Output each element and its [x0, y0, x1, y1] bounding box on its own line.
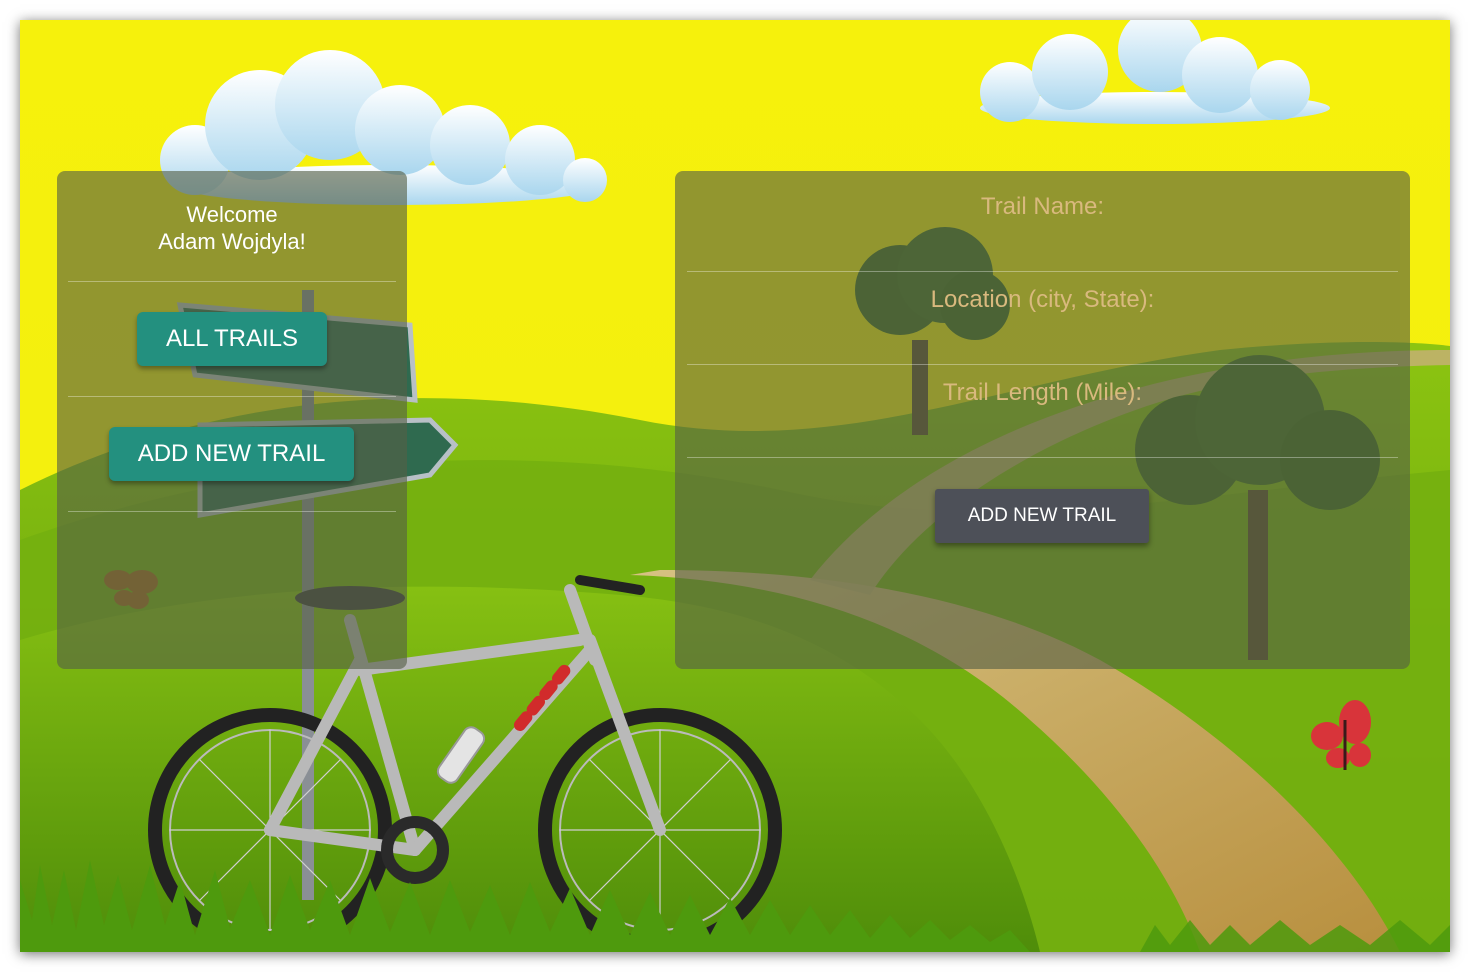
trail-length-underline [687, 457, 1398, 458]
divider [68, 396, 396, 397]
welcome-user-name: Adam Wojdyla! [158, 229, 306, 254]
trail-name-label: Trail Name: [980, 193, 1105, 220]
add-new-trail-submit-button[interactable]: ADD NEW TRAIL [935, 489, 1149, 543]
location-input[interactable] [687, 322, 1402, 360]
trail-length-label: Trail Length (Mile): [942, 379, 1143, 406]
add-new-trail-nav-button[interactable]: ADD NEW TRAIL [109, 427, 354, 481]
welcome-message: Welcome Adam Wojdyla! [57, 201, 407, 255]
trail-length-input[interactable] [687, 415, 1402, 453]
divider [68, 511, 396, 512]
divider [68, 281, 396, 282]
all-trails-button[interactable]: ALL TRAILS [137, 312, 327, 366]
welcome-greeting: Welcome [186, 202, 278, 227]
location-underline [687, 364, 1398, 365]
trail-name-input[interactable] [687, 229, 1402, 267]
trail-name-underline [687, 271, 1398, 272]
add-trail-form: Trail Name: Location (city, State): Trai… [675, 171, 1410, 669]
app-window: Welcome Adam Wojdyla! ALL TRAILS ADD NEW… [20, 20, 1450, 952]
navigation-panel: Welcome Adam Wojdyla! ALL TRAILS ADD NEW… [57, 171, 407, 669]
location-label: Location (city, State): [930, 286, 1155, 313]
